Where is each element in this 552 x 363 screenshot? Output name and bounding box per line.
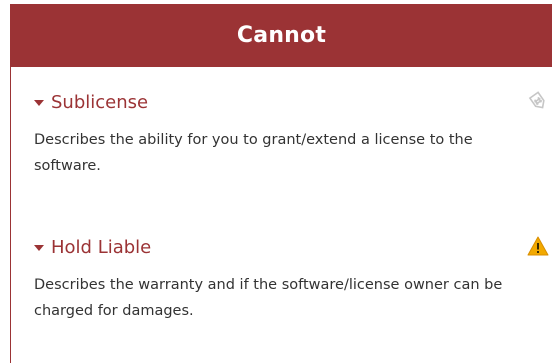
- rule-item-hold-liable: Hold Liable Describes the warranty and i…: [34, 233, 552, 324]
- rule-item-title[interactable]: Hold Liable: [51, 237, 151, 258]
- caret-down-icon: [34, 100, 44, 106]
- rule-item-description: Describes the ability for you to grant/e…: [34, 132, 473, 174]
- rule-item-toggle[interactable]: Sublicense: [34, 88, 552, 116]
- rule-item-title[interactable]: Sublicense: [51, 92, 148, 113]
- panel-title: Cannot: [236, 23, 327, 48]
- caret-down-icon: [34, 245, 44, 251]
- rule-item-description: Describes the warranty and if the softwa…: [34, 277, 503, 319]
- cannot-panel: Cannot Sublicense Describes the ability …: [10, 4, 552, 363]
- rule-item-sublicense: Sublicense Describes the ability for you…: [34, 88, 552, 179]
- panel-header: Cannot: [11, 4, 552, 67]
- rule-item-toggle[interactable]: Hold Liable: [34, 233, 552, 261]
- warning-icon: [527, 235, 549, 257]
- hashtag-tag-icon: [527, 90, 549, 112]
